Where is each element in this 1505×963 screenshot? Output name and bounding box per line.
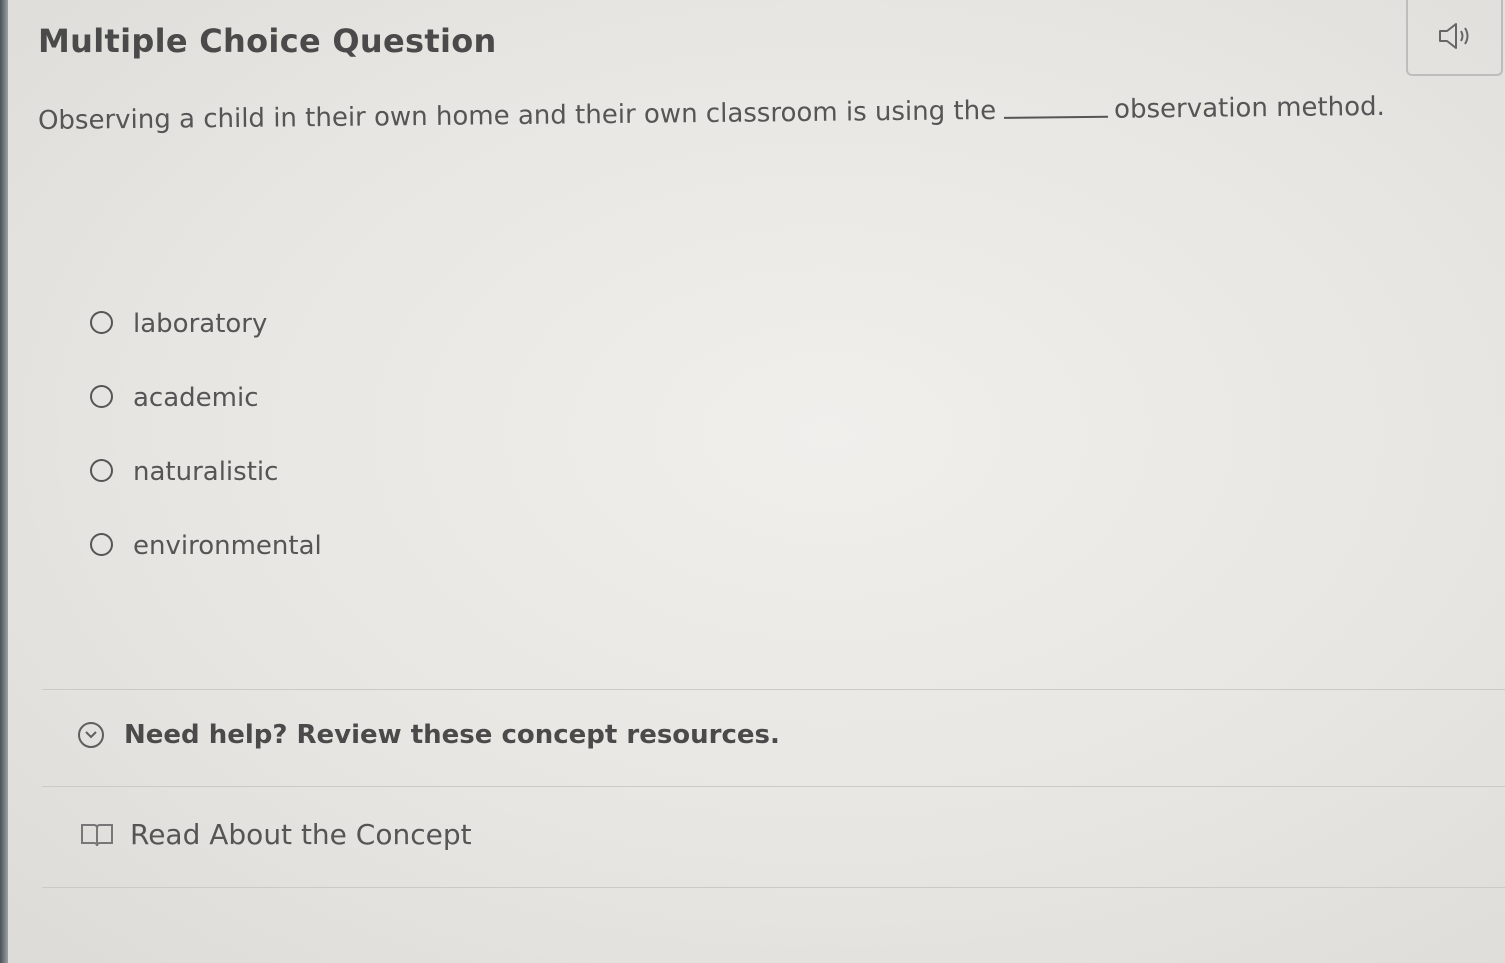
option-label: naturalistic xyxy=(133,457,279,487)
book-icon xyxy=(81,823,113,846)
read-about-concept-link[interactable]: Read About the Concept xyxy=(80,818,472,851)
radio-button[interactable] xyxy=(90,458,113,482)
divider xyxy=(42,786,1505,787)
radio-button[interactable] xyxy=(90,310,113,334)
option-laboratory[interactable]: laboratory xyxy=(90,294,322,368)
question-prompt: Observing a child in their own home and … xyxy=(38,92,1385,136)
divider xyxy=(42,887,1505,888)
answer-blank xyxy=(1004,115,1109,119)
read-aloud-button[interactable] xyxy=(1406,0,1503,76)
resource-label: Read About the Concept xyxy=(130,818,472,851)
question-text-after: observation method. xyxy=(1113,91,1385,125)
option-naturalistic[interactable]: naturalistic xyxy=(90,442,322,516)
page-title: Multiple Choice Question xyxy=(38,22,497,60)
answer-options: laboratory academic naturalistic environ… xyxy=(90,294,322,590)
option-label: academic xyxy=(133,383,259,413)
radio-button[interactable] xyxy=(90,532,113,556)
chevron-down-circle-icon xyxy=(78,722,104,748)
option-label: laboratory xyxy=(133,309,268,339)
question-text-before: Observing a child in their own home and … xyxy=(37,95,997,136)
divider xyxy=(42,689,1505,690)
option-environmental[interactable]: environmental xyxy=(90,516,322,590)
concept-resources-toggle[interactable]: Need help? Review these concept resource… xyxy=(78,720,780,750)
option-label: environmental xyxy=(133,531,322,561)
help-label: Need help? Review these concept resource… xyxy=(124,720,780,750)
radio-button[interactable] xyxy=(90,384,113,408)
option-academic[interactable]: academic xyxy=(90,368,322,442)
screen-edge xyxy=(0,0,8,963)
speaker-volume-icon xyxy=(1438,23,1468,49)
